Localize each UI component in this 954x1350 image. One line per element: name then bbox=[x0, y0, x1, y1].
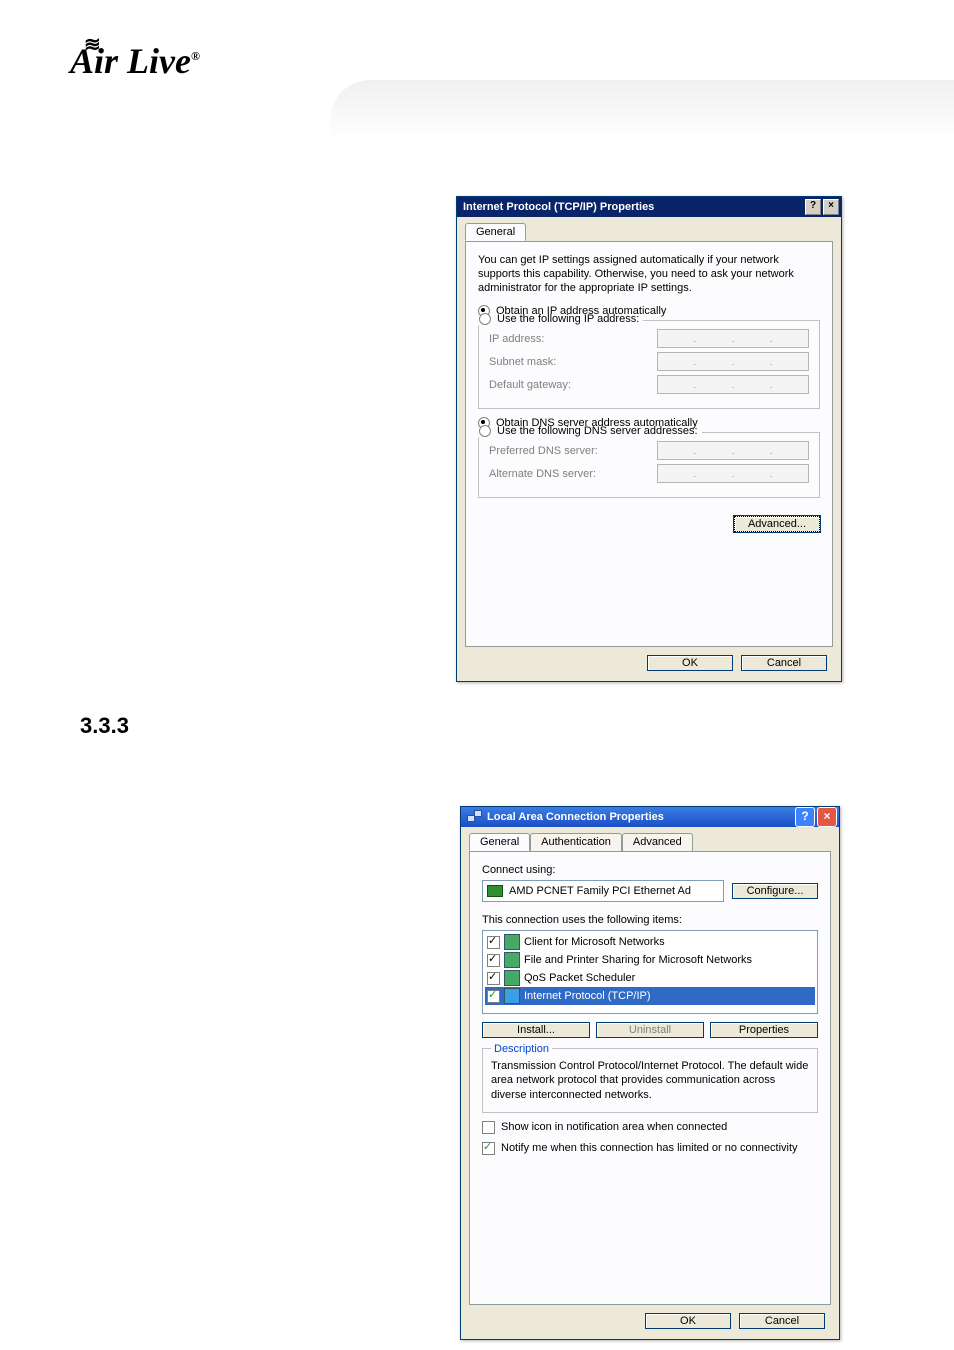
default-gateway-input: ... bbox=[657, 375, 809, 394]
tab-authentication[interactable]: Authentication bbox=[530, 833, 622, 851]
qos-icon bbox=[504, 970, 520, 986]
connection-items-list[interactable]: Client for Microsoft Networks File and P… bbox=[482, 930, 818, 1014]
list-item[interactable]: QoS Packet Scheduler bbox=[485, 969, 815, 987]
intro-text: You can get IP settings assigned automat… bbox=[478, 254, 820, 295]
close-button[interactable]: × bbox=[823, 199, 839, 215]
dialog-titlebar[interactable]: Internet Protocol (TCP/IP) Properties ? … bbox=[457, 197, 841, 217]
help-button[interactable]: ? bbox=[795, 807, 815, 827]
radio-icon bbox=[479, 425, 491, 437]
label-default-gateway: Default gateway: bbox=[489, 379, 571, 391]
subnet-mask-input: ... bbox=[657, 352, 809, 371]
connection-icon bbox=[467, 810, 481, 824]
list-item[interactable]: File and Printer Sharing for Microsoft N… bbox=[485, 951, 815, 969]
items-label: This connection uses the following items… bbox=[482, 914, 818, 926]
brand-logo: ≋ Air Live® bbox=[70, 40, 200, 82]
alternate-dns-input: ... bbox=[657, 464, 809, 483]
notify-checkbox[interactable]: Notify me when this connection has limit… bbox=[482, 1142, 818, 1155]
tab-advanced[interactable]: Advanced bbox=[622, 833, 693, 851]
checkbox-icon[interactable] bbox=[482, 1121, 495, 1134]
list-item-selected[interactable]: Internet Protocol (TCP/IP) bbox=[485, 987, 815, 1005]
nic-icon bbox=[487, 885, 503, 897]
preferred-dns-input: ... bbox=[657, 441, 809, 460]
protocol-icon bbox=[504, 988, 520, 1004]
client-icon bbox=[504, 934, 520, 950]
show-icon-checkbox[interactable]: Show icon in notification area when conn… bbox=[482, 1121, 818, 1134]
checkbox-icon[interactable] bbox=[487, 990, 500, 1003]
checkbox-icon[interactable] bbox=[487, 954, 500, 967]
sharing-icon bbox=[504, 952, 520, 968]
section-number: 3.3.3 bbox=[80, 713, 129, 739]
cancel-button[interactable]: Cancel bbox=[741, 655, 827, 671]
install-button[interactable]: Install... bbox=[482, 1022, 590, 1038]
lan-properties-dialog: Local Area Connection Properties ? × Gen… bbox=[460, 806, 840, 1340]
label-preferred-dns: Preferred DNS server: bbox=[489, 445, 598, 457]
ip-address-input: ... bbox=[657, 329, 809, 348]
dialog-titlebar[interactable]: Local Area Connection Properties ? × bbox=[461, 807, 839, 827]
uninstall-button: Uninstall bbox=[596, 1022, 704, 1038]
help-button[interactable]: ? bbox=[805, 199, 821, 215]
cancel-button[interactable]: Cancel bbox=[739, 1313, 825, 1329]
advanced-button[interactable]: Advanced... bbox=[734, 516, 820, 532]
dialog-title: Internet Protocol (TCP/IP) Properties bbox=[463, 201, 654, 213]
configure-button[interactable]: Configure... bbox=[732, 883, 818, 899]
use-dns-fieldset: Use the following DNS server addresses: … bbox=[478, 432, 820, 498]
radio-icon bbox=[479, 313, 491, 325]
radio-use-following-dns[interactable]: Use the following DNS server addresses: bbox=[475, 425, 702, 437]
description-legend: Description bbox=[491, 1043, 552, 1055]
checkbox-icon[interactable] bbox=[487, 972, 500, 985]
properties-button[interactable]: Properties bbox=[710, 1022, 818, 1038]
tab-general[interactable]: General bbox=[469, 833, 530, 851]
radio-use-following-ip[interactable]: Use the following IP address: bbox=[475, 313, 643, 325]
tab-general[interactable]: General bbox=[465, 223, 526, 241]
logo-wave-icon: ≋ bbox=[84, 32, 99, 57]
description-text: Transmission Control Protocol/Internet P… bbox=[491, 1059, 809, 1102]
dialog-title: Local Area Connection Properties bbox=[487, 811, 664, 823]
checkbox-icon[interactable] bbox=[482, 1142, 495, 1155]
use-ip-fieldset: Use the following IP address: IP address… bbox=[478, 320, 820, 409]
checkbox-icon[interactable] bbox=[487, 936, 500, 949]
header-gradient bbox=[330, 80, 954, 140]
label-subnet-mask: Subnet mask: bbox=[489, 356, 556, 368]
ok-button[interactable]: OK bbox=[647, 655, 733, 671]
adapter-field: AMD PCNET Family PCI Ethernet Ad bbox=[482, 880, 724, 902]
close-button[interactable]: × bbox=[817, 807, 837, 827]
description-group: Description Transmission Control Protoco… bbox=[482, 1048, 818, 1113]
connect-using-label: Connect using: bbox=[482, 864, 818, 876]
ok-button[interactable]: OK bbox=[645, 1313, 731, 1329]
label-alternate-dns: Alternate DNS server: bbox=[489, 468, 596, 480]
tcpip-properties-dialog: Internet Protocol (TCP/IP) Properties ? … bbox=[456, 196, 842, 682]
list-item[interactable]: Client for Microsoft Networks bbox=[485, 933, 815, 951]
label-ip-address: IP address: bbox=[489, 333, 544, 345]
